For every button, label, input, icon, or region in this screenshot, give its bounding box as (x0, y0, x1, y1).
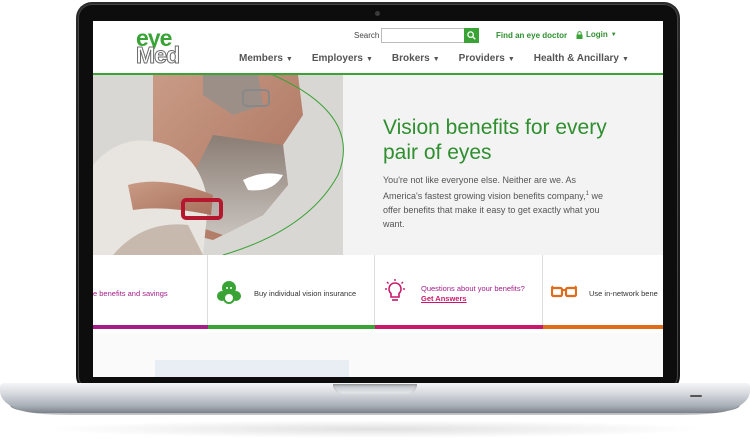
nav-members[interactable]: Members ▼ (239, 53, 293, 64)
chevron-down-icon: ▼ (621, 56, 629, 63)
find-eye-doctor-link[interactable]: Find an eye doctor (496, 31, 567, 40)
login-menu[interactable]: Login ▼ (576, 30, 617, 39)
quick-link-question: Questions about your benefits? (421, 284, 525, 293)
eyeglasses-icon (551, 285, 577, 298)
nav-providers-label: Providers (458, 53, 505, 64)
nav-providers[interactable]: Providers ▼ (459, 53, 515, 64)
quick-link-individual-insurance[interactable]: Buy individual vision insurance (208, 255, 375, 329)
hero-body-text: You're not like everyone else. Neither a… (383, 173, 608, 231)
chevron-down-icon: ▼ (610, 31, 617, 38)
nav-employers-label: Employers (311, 53, 363, 64)
nav-brokers-label: Brokers (391, 53, 430, 64)
magenta-accent-bar (375, 325, 543, 329)
hero-banner: Vision benefits for every pair of eyes Y… (93, 75, 663, 255)
nav-members-label: Members (239, 53, 283, 64)
chevron-down-icon: ▼ (432, 56, 440, 63)
quick-link-label: Use in-network bene (589, 289, 658, 298)
browser-screen: eye Med Search Find an eye doctor Login … (93, 21, 663, 377)
purple-accent-bar (93, 325, 208, 329)
orange-accent-bar (543, 325, 663, 329)
nav-brokers[interactable]: Brokers ▼ (392, 53, 440, 64)
logo-bottom-text: Med (136, 42, 181, 68)
search-icon (467, 31, 476, 40)
search-button[interactable] (464, 28, 479, 43)
nav-health-ancillary[interactable]: Health & Ancillary ▼ (534, 53, 629, 64)
quick-links: e benefits and savings Buy individual vi… (93, 255, 663, 333)
nav-employers[interactable]: Employers ▼ (312, 53, 373, 64)
search-label: Search (354, 31, 380, 40)
nav-health-ancillary-label: Health & Ancillary (533, 53, 619, 64)
lock-icon (576, 30, 583, 39)
quick-link-in-network[interactable]: Use in-network bene (543, 255, 663, 329)
lightbulb-icon (385, 279, 405, 301)
search-input[interactable] (381, 28, 465, 43)
quick-link-label: Buy individual vision insurance (254, 289, 357, 298)
hero-body-start: You're not like everyone else. Neither a… (383, 175, 586, 201)
quick-link-questions[interactable]: Questions about your benefits? Get Answe… (375, 255, 543, 329)
quick-link-benefits-savings[interactable]: e benefits and savings (93, 255, 208, 329)
green-accent-bar (208, 325, 375, 329)
hero-title: Vision benefits for every pair of eyes (383, 116, 607, 164)
chevron-down-icon: ▼ (285, 56, 293, 63)
quick-link-label: e benefits and savings (93, 289, 168, 298)
content-card-preview (155, 360, 349, 377)
chevron-down-icon: ▼ (507, 56, 515, 63)
site-header: eye Med Search Find an eye doctor Login … (93, 21, 663, 75)
laptop-lid-notch (333, 384, 417, 394)
status-light (690, 395, 702, 397)
chevron-down-icon: ▼ (365, 56, 373, 63)
family-icon (217, 281, 241, 304)
webcam (375, 11, 380, 16)
login-label: Login (586, 30, 608, 39)
get-answers-link[interactable]: Get Answers (421, 294, 467, 303)
main-nav: Members ▼ Employers ▼ Brokers ▼ Providers ▼ … (239, 53, 648, 64)
eyemed-logo[interactable]: eye Med (136, 27, 198, 68)
laptop-shadow (40, 420, 710, 438)
below-fold-section (93, 333, 663, 377)
